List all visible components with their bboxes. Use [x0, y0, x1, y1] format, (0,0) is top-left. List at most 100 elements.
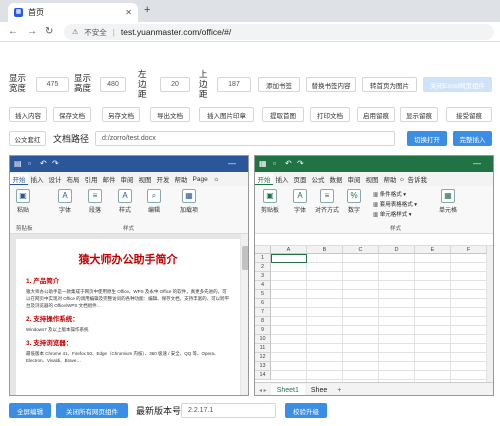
excel-tab[interactable]: 数据 — [327, 174, 345, 184]
ribbon-clipboard[interactable]: ▣ 剪贴板 — [261, 189, 279, 214]
save-icon[interactable]: ▫ — [28, 159, 31, 168]
reload-icon[interactable]: ↻ — [45, 26, 53, 37]
row-header[interactable]: 2 — [255, 263, 271, 272]
insert-image-button[interactable]: 插入图片印章 — [199, 107, 254, 122]
ribbon-styles[interactable]: A 样式 — [118, 189, 132, 214]
ribbon-number[interactable]: % 数字 — [347, 189, 361, 214]
row-header[interactable]: 5 — [255, 290, 271, 299]
save-as-button[interactable]: 另存文档 — [102, 107, 140, 122]
active-cell[interactable] — [271, 254, 307, 263]
formula-bar[interactable] — [255, 234, 493, 246]
excel-tab[interactable]: 公式 — [309, 174, 327, 184]
row-header[interactable]: 12 — [255, 353, 271, 362]
word-tab[interactable]: 布局 — [64, 174, 82, 184]
row-header[interactable]: 9 — [255, 326, 271, 335]
ribbon-addins[interactable]: ▦ 加载项 — [180, 189, 198, 214]
add-sheet-button[interactable]: + — [333, 387, 345, 394]
row-header[interactable]: 3 — [255, 272, 271, 281]
word-tab[interactable]: 引用 — [82, 174, 100, 184]
word-tab[interactable]: 邮件 — [100, 174, 118, 184]
column-header[interactable]: A — [271, 246, 307, 254]
sheet-tab-sheet1[interactable]: Sheet1 — [270, 383, 305, 395]
save-icon[interactable]: ▫ — [273, 159, 276, 168]
row-header[interactable]: 11 — [255, 344, 271, 353]
new-tab-button[interactable]: + — [144, 4, 150, 16]
ribbon-cells[interactable]: ▦ 单元格 — [439, 189, 457, 214]
word-tab[interactable]: Page — [190, 176, 210, 183]
excel-tab[interactable]: 页面 — [291, 174, 309, 184]
column-header[interactable]: E — [415, 246, 451, 254]
extract-first-button[interactable]: 提取首图 — [262, 107, 304, 122]
accept-trace-button[interactable]: 接受留痕 — [446, 107, 492, 122]
table-format-item[interactable]: ▥ 套用表格格式 ▾ — [373, 200, 417, 210]
minimize-icon[interactable]: — — [473, 159, 481, 168]
minimize-icon[interactable]: — — [228, 159, 236, 168]
browser-tab[interactable]: ▦ 首页 ✕ — [8, 3, 138, 22]
version-input[interactable]: 2.2.17.1 — [181, 403, 276, 418]
select-all-corner[interactable] — [255, 246, 271, 254]
word-tab[interactable]: 审阅 — [118, 174, 136, 184]
display-width-input[interactable]: 475 — [36, 77, 69, 92]
row-header[interactable]: 1 — [255, 254, 271, 263]
word-tab[interactable]: 插入 — [28, 174, 46, 184]
word-tab[interactable]: 帮助 — [172, 174, 190, 184]
word-tab[interactable]: 设计 — [46, 174, 64, 184]
export-doc-button[interactable]: 导出文档 — [150, 107, 190, 122]
undo-icon[interactable]: ↶ — [40, 159, 47, 168]
redo-icon[interactable]: ↷ — [52, 159, 59, 168]
column-header[interactable]: C — [343, 246, 379, 254]
row-header[interactable]: 13 — [255, 362, 271, 371]
switch-open-button[interactable]: 切换打开 — [407, 131, 447, 146]
left-margin-input[interactable]: 20 — [160, 77, 190, 92]
back-icon[interactable]: ← — [8, 26, 18, 37]
forward-icon[interactable]: → — [27, 26, 37, 37]
column-header[interactable]: B — [307, 246, 343, 254]
ribbon-edit[interactable]: ⌕ 编辑 — [147, 189, 161, 214]
replace-bookmark-button[interactable]: 替换书签内容 — [306, 77, 356, 92]
cond-format-item[interactable]: ▥ 条件格式 ▾ — [373, 190, 417, 200]
save-doc-button[interactable]: 保存文档 — [53, 107, 91, 122]
row-header[interactable]: 7 — [255, 308, 271, 317]
excel-tab[interactable]: 开始 — [255, 173, 273, 185]
top-margin-input[interactable]: 187 — [217, 77, 251, 92]
doc-path-input[interactable]: d:/zorro/test.docx — [95, 131, 395, 146]
excel-tab[interactable]: 视图 — [363, 174, 381, 184]
excel-embedded-window[interactable]: ▦ ▫ ↶ ↷ — 开始 插入 页面 公式 数据 审阅 视图 帮助 ☼ 告诉我 … — [254, 155, 494, 396]
show-trace-button[interactable]: 显示留痕 — [400, 107, 438, 122]
excel-tab[interactable]: 插入 — [273, 174, 291, 184]
row-header[interactable]: 8 — [255, 317, 271, 326]
insert-content-button[interactable]: 插入内容 — [9, 107, 47, 122]
row-header[interactable]: 6 — [255, 299, 271, 308]
column-header[interactable]: D — [379, 246, 415, 254]
redo-icon[interactable]: ↷ — [297, 159, 304, 168]
add-bookmark-button[interactable]: 添加书签 — [258, 77, 300, 92]
close-icon[interactable]: ✕ — [125, 8, 132, 17]
scroll-thumb[interactable] — [242, 246, 248, 270]
tell-me-search[interactable]: 告诉我 — [405, 174, 430, 184]
full-insert-button[interactable]: 完整插入 — [453, 131, 492, 146]
excel-scrollbar[interactable] — [487, 246, 493, 382]
word-page[interactable]: 猿大师办公助手简介 1. 产品简介 猿大师办公助手是一款集成于网页中使用原生 O… — [16, 239, 240, 395]
ribbon-align[interactable]: ≡ 对齐方式 — [315, 189, 339, 214]
word-tab[interactable]: 开发 — [154, 174, 172, 184]
undo-icon[interactable]: ↶ — [285, 159, 292, 168]
url-input[interactable]: ⚠ 不安全 | test.yuanmaster.com/office/#/ — [64, 24, 494, 40]
sheet-tab-sheet2[interactable]: Shee — [305, 384, 333, 396]
ribbon-font[interactable]: A 字体 — [58, 189, 72, 214]
spreadsheet-grid[interactable]: A B C D E F 1 2 3 4 5 6 7 8 9 10 11 12 1… — [255, 246, 487, 382]
excel-tab[interactable]: 审阅 — [345, 174, 363, 184]
close-all-button[interactable]: 关闭所有网页组件 — [56, 403, 128, 418]
word-tab[interactable]: 开始 — [10, 173, 28, 185]
row-header[interactable]: 4 — [255, 281, 271, 290]
fullscreen-button[interactable]: 全屏编辑 — [9, 403, 51, 418]
red-header-button[interactable]: 公文套红 — [9, 131, 46, 146]
cell-style-item[interactable]: ▥ 单元格样式 ▾ — [373, 210, 417, 220]
ribbon-paste[interactable]: ▣ 粘贴 — [16, 189, 30, 214]
close-excel-button[interactable]: 关闭Excel网页组件 — [423, 77, 492, 92]
lightbulb-icon[interactable]: ☼ — [213, 176, 219, 183]
display-height-input[interactable]: 480 — [100, 77, 126, 92]
enable-trace-button[interactable]: 启用留痕 — [357, 107, 395, 122]
ribbon-paragraph[interactable]: ≡ 段落 — [88, 189, 102, 214]
column-header[interactable]: F — [451, 246, 487, 254]
word-tab[interactable]: 视图 — [136, 174, 154, 184]
